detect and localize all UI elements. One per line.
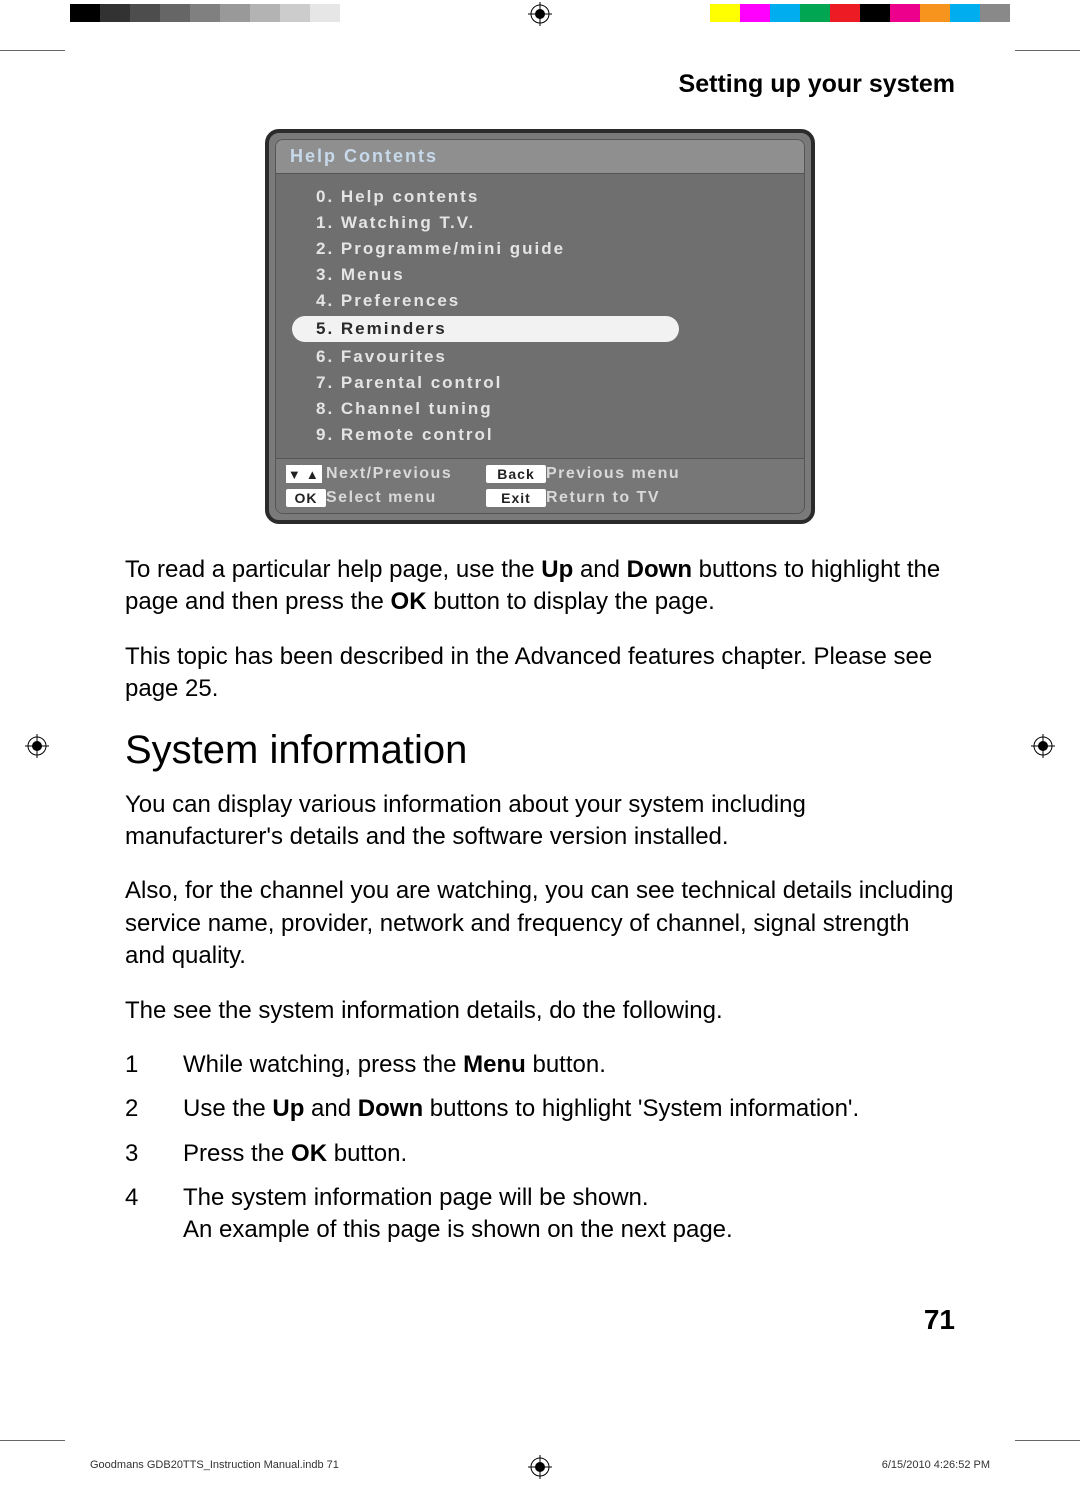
color-bar-colors	[710, 4, 1010, 22]
menu-item: 5. Reminders	[292, 316, 679, 342]
color-swatch	[980, 4, 1010, 22]
paragraph: This topic has been described in the Adv…	[125, 641, 955, 706]
step-item: 4The system information page will be sho…	[125, 1182, 955, 1247]
color-swatch	[890, 4, 920, 22]
arrows-label: Next/Previous	[326, 465, 486, 483]
ok-label: Select menu	[326, 489, 486, 507]
step-text: Press the OK button.	[183, 1138, 955, 1170]
paragraph: You can display various information abou…	[125, 789, 955, 854]
footer-filename: Goodmans GDB20TTS_Instruction Manual.ind…	[90, 1459, 339, 1471]
registration-mark-top	[528, 2, 552, 26]
step-number: 2	[125, 1093, 183, 1125]
color-swatch	[160, 4, 190, 22]
paragraph: The see the system information details, …	[125, 995, 955, 1027]
menu-item: 9. Remote control	[276, 422, 804, 448]
step-number: 4	[125, 1182, 183, 1247]
menu-footer: ▼▲ Next/Previous Back Previous menu OK S…	[276, 458, 804, 513]
arrow-keys-icon: ▼▲	[286, 465, 326, 483]
color-swatch	[70, 4, 100, 22]
step-text: Use the Up and Down buttons to highlight…	[183, 1093, 955, 1125]
color-swatch	[100, 4, 130, 22]
color-swatch	[310, 4, 340, 22]
menu-item: 7. Parental control	[276, 370, 804, 396]
step-text: The system information page will be show…	[183, 1182, 955, 1247]
chapter-title: Setting up your system	[125, 70, 955, 99]
registration-mark-bottom	[528, 1455, 552, 1479]
step-list: 1While watching, press the Menu button.2…	[125, 1049, 955, 1247]
step-item: 2Use the Up and Down buttons to highligh…	[125, 1093, 955, 1125]
menu-item: 4. Preferences	[276, 288, 804, 314]
step-item: 3Press the OK button.	[125, 1138, 955, 1170]
color-swatch	[740, 4, 770, 22]
color-swatch	[770, 4, 800, 22]
menu-title: Help Contents	[276, 140, 804, 174]
color-swatch	[710, 4, 740, 22]
color-swatch	[280, 4, 310, 22]
color-swatch	[340, 4, 370, 22]
menu-item: 8. Channel tuning	[276, 396, 804, 422]
section-heading: System information	[125, 728, 955, 773]
menu-item: 1. Watching T.V.	[276, 210, 804, 236]
menu-item: 0. Help contents	[276, 184, 804, 210]
color-swatch	[250, 4, 280, 22]
color-swatch	[800, 4, 830, 22]
color-swatch	[220, 4, 250, 22]
step-item: 1While watching, press the Menu button.	[125, 1049, 955, 1081]
menu-list: 0. Help contents1. Watching T.V.2. Progr…	[276, 174, 804, 458]
paragraph: Also, for the channel you are watching, …	[125, 875, 955, 972]
step-text: While watching, press the Menu button.	[183, 1049, 955, 1081]
step-number: 1	[125, 1049, 183, 1081]
crop-mark	[0, 50, 65, 51]
registration-mark-right	[1031, 734, 1055, 758]
color-swatch	[190, 4, 220, 22]
step-number: 3	[125, 1138, 183, 1170]
crop-mark	[0, 1440, 65, 1441]
back-key: Back	[486, 465, 546, 483]
color-swatch	[950, 4, 980, 22]
exit-key: Exit	[486, 489, 546, 507]
menu-item: 2. Programme/mini guide	[276, 236, 804, 262]
crop-mark	[1015, 1440, 1080, 1441]
menu-item: 6. Favourites	[276, 344, 804, 370]
color-swatch	[130, 4, 160, 22]
color-swatch	[830, 4, 860, 22]
back-label: Previous menu	[546, 465, 794, 483]
page-number: 71	[924, 1304, 955, 1336]
color-swatch	[920, 4, 950, 22]
exit-label: Return to TV	[546, 489, 794, 507]
color-swatch	[860, 4, 890, 22]
color-bar-grayscale	[70, 4, 370, 22]
crop-mark	[1015, 50, 1080, 51]
menu-item: 3. Menus	[276, 262, 804, 288]
paragraph: To read a particular help page, use the …	[125, 554, 955, 619]
tv-menu-screenshot: Help Contents 0. Help contents1. Watchin…	[265, 129, 815, 524]
footer-timestamp: 6/15/2010 4:26:52 PM	[882, 1459, 990, 1471]
page-content: Setting up your system Help Contents 0. …	[125, 70, 955, 1259]
registration-mark-left	[25, 734, 49, 758]
ok-key: OK	[286, 489, 326, 507]
